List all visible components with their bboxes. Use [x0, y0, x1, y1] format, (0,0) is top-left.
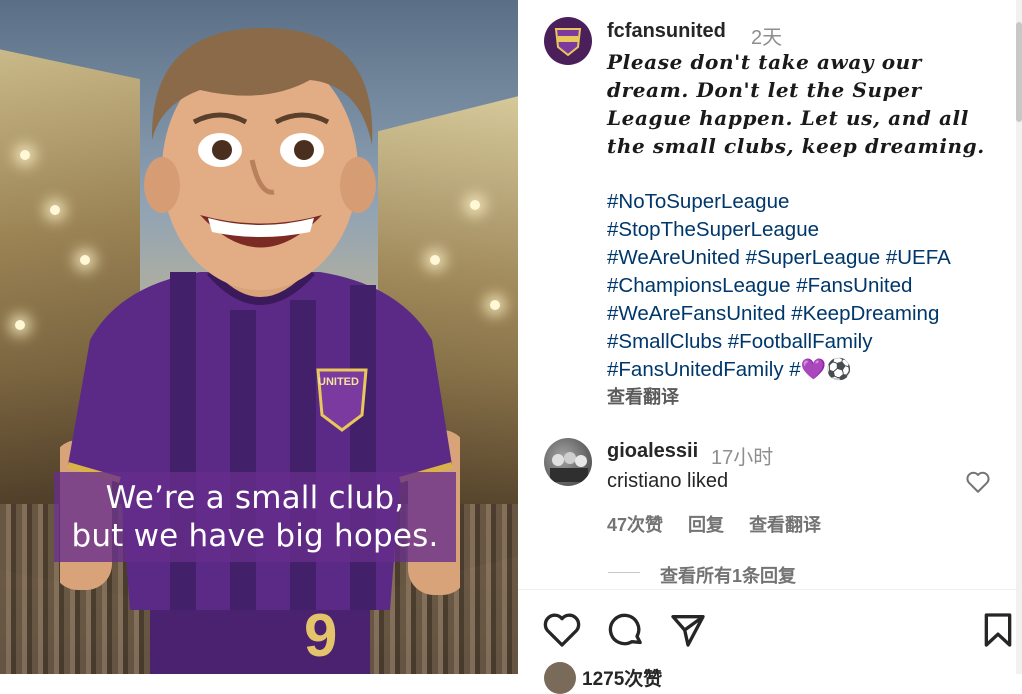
liker-avatar[interactable]: [544, 662, 576, 694]
hashtag-line[interactable]: #ChampionsLeague #FansUnited: [607, 272, 1007, 300]
comment-timestamp[interactable]: 17小时: [711, 441, 773, 470]
image-caption-line: but we have big hopes.: [71, 518, 439, 554]
image-caption-box: We’re a small club, but we have big hope…: [54, 472, 456, 562]
hashtag-line[interactable]: #StopTheSuperLeague: [607, 216, 1007, 244]
comment-likes-count[interactable]: 47次赞: [607, 515, 663, 535]
comment-translate-link[interactable]: 查看翻译: [749, 515, 821, 535]
like-comment-heart-icon[interactable]: [965, 469, 991, 495]
hashtag-line[interactable]: #FansUnitedFamily #💜⚽: [607, 356, 1007, 384]
like-heart-icon[interactable]: [542, 610, 582, 650]
group-photo-icon: [550, 452, 588, 482]
share-send-icon[interactable]: [668, 610, 708, 650]
actions-divider: [518, 589, 1022, 590]
comment-bubble-icon[interactable]: [606, 610, 646, 650]
post-image[interactable]: 9 UNITED We’re a small club, but we have…: [0, 0, 518, 674]
stadium-light: [470, 200, 480, 210]
post-timestamp[interactable]: 2天: [751, 21, 782, 50]
replies-divider: [608, 572, 640, 573]
image-caption-line: We’re a small club,: [105, 480, 405, 516]
comment-text: cristiano liked: [607, 470, 729, 492]
post-panel: fcfansunited 2天 Please don't take away o…: [518, 0, 1022, 694]
hashtag-list: #NoToSuperLeague #StopTheSuperLeague #We…: [607, 188, 1007, 384]
jersey-number: 9: [304, 602, 338, 669]
author-username[interactable]: fcfansunited: [607, 20, 726, 43]
stadium-light: [15, 320, 25, 330]
jersey-badge-text: UNITED: [318, 376, 359, 388]
commenter-avatar[interactable]: [544, 438, 592, 486]
hashtag-line[interactable]: #WeAreFansUnited #KeepDreaming: [607, 300, 1007, 328]
scrollbar[interactable]: [1016, 0, 1022, 674]
commenter-username[interactable]: gioalessii: [607, 440, 698, 463]
post-caption-quote: Please don't take away our dream. Don't …: [607, 50, 985, 158]
hashtag-line[interactable]: #WeAreUnited #SuperLeague #UEFA: [607, 244, 1007, 272]
stadium-light: [20, 150, 30, 160]
comment-actions: 47次赞 回复 查看翻译: [607, 511, 841, 537]
shield-icon: [554, 28, 582, 57]
hashtag-line[interactable]: #NoToSuperLeague: [607, 188, 1007, 216]
reply-button[interactable]: 回复: [688, 515, 724, 535]
scrollbar-thumb[interactable]: [1016, 22, 1022, 122]
view-replies-link[interactable]: 查看所有1条回复: [660, 562, 796, 588]
see-translation-link[interactable]: 查看翻译: [607, 383, 679, 409]
stadium-light: [490, 300, 500, 310]
post-likes-count[interactable]: 1275次赞: [582, 664, 662, 691]
author-avatar[interactable]: [544, 17, 592, 65]
save-bookmark-icon[interactable]: [978, 610, 1018, 650]
kid-illustration: [60, 27, 460, 674]
stadium-light: [50, 205, 60, 215]
hashtag-line[interactable]: #SmallClubs #FootballFamily: [607, 328, 1007, 356]
